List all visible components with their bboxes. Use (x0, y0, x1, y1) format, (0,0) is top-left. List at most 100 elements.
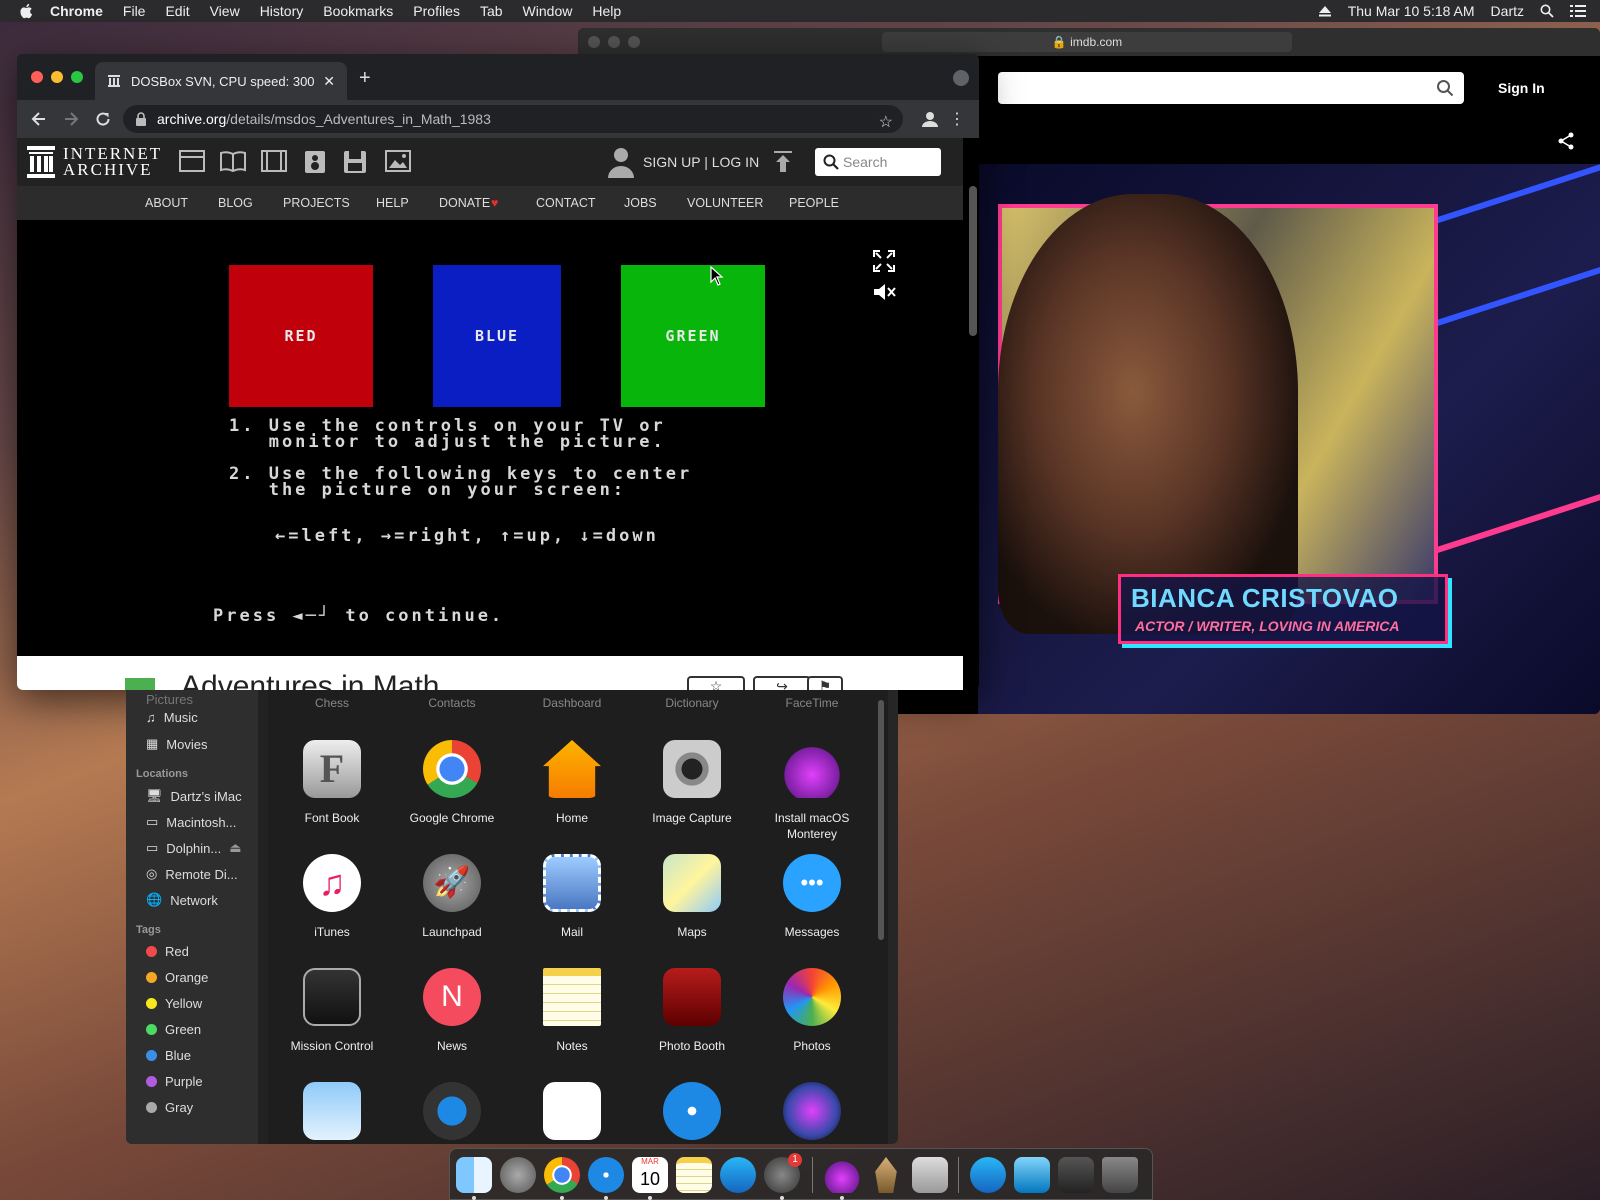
finder-scrollbar[interactable] (878, 700, 884, 940)
apple-icon[interactable] (18, 2, 36, 20)
new-tab-button[interactable]: + (359, 67, 371, 90)
lock-icon[interactable] (135, 112, 147, 126)
tab-search-button[interactable] (953, 70, 969, 86)
chrome-tab-active[interactable]: DOSBox SVN, CPU speed: 300 ✕ (95, 62, 347, 100)
eject-icon[interactable]: ⏏ (229, 840, 241, 856)
app-siri[interactable] (752, 1082, 872, 1140)
audio-icon[interactable] (304, 150, 326, 174)
tag-purple[interactable]: Purple (146, 1074, 203, 1089)
chrome-dock-icon[interactable] (544, 1157, 580, 1193)
tag-gray[interactable]: Gray (146, 1100, 193, 1115)
nav-jobs[interactable]: JOBS (624, 196, 657, 210)
menu-bookmarks[interactable]: Bookmarks (323, 3, 393, 19)
bookmark-star-icon[interactable]: ☆ (879, 109, 893, 137)
app-preview[interactable] (272, 1082, 392, 1140)
app-notes[interactable]: Notes (512, 968, 632, 1054)
menu-history[interactable]: History (260, 3, 304, 19)
signup-login-link[interactable]: SIGN UP | LOG IN (643, 154, 759, 170)
menu-user[interactable]: Dartz (1491, 3, 1524, 19)
app-store-dock-icon[interactable] (720, 1157, 756, 1193)
chrome-close-button[interactable] (31, 71, 43, 83)
tag-blue[interactable]: Blue (146, 1048, 191, 1063)
back-arrow-icon[interactable] (29, 109, 49, 129)
sidebar-item-imac[interactable]: 🖥 Dartz's iMac (146, 788, 242, 804)
applications-folder-dock-icon[interactable] (970, 1157, 1006, 1193)
search-icon[interactable] (823, 154, 839, 170)
sidebar-divider[interactable] (258, 690, 268, 1144)
dosbox-emulator-screen[interactable]: RED BLUE GREEN 1. Use the controls on yo… (17, 220, 963, 656)
sidebar-item-dolphin[interactable]: ▭ Dolphin... ⏏ (146, 840, 242, 856)
app-install-macos-monterey[interactable]: Install macOS Monterey (752, 740, 872, 842)
app-photos[interactable]: Photos (752, 968, 872, 1054)
app-reminders[interactable] (512, 1082, 632, 1140)
eject-icon[interactable] (1318, 4, 1332, 18)
share-button[interactable]: ↪ (753, 676, 811, 690)
safari-minimize-button[interactable] (608, 36, 620, 48)
archive-utility-dock-icon[interactable] (912, 1157, 948, 1193)
profile-icon[interactable] (921, 110, 939, 128)
safari-address-bar[interactable]: 🔒 imdb.com (882, 32, 1292, 52)
software-icon[interactable] (343, 150, 367, 174)
screenshot-dock-icon[interactable] (1058, 1157, 1094, 1193)
flag-button[interactable]: ⚑ (807, 676, 843, 690)
menu-window[interactable]: Window (523, 3, 573, 19)
upload-icon[interactable] (773, 150, 793, 174)
sidebar-item-movies[interactable]: ▦ Movies (146, 736, 207, 752)
nav-about[interactable]: ABOUT (145, 196, 188, 210)
app-itunes[interactable]: ♫ iTunes (272, 854, 392, 940)
calendar-dock-icon[interactable]: MAR 10 (632, 1157, 668, 1193)
menu-help[interactable]: Help (592, 3, 621, 19)
tag-green[interactable]: Green (146, 1022, 201, 1037)
nav-donate[interactable]: DONATE (439, 196, 490, 210)
app-maps[interactable]: Maps (632, 854, 752, 940)
app-messages[interactable]: ••• Messages (752, 854, 872, 940)
app-home[interactable]: Home (512, 740, 632, 826)
downloads-folder-dock-icon[interactable] (1014, 1157, 1050, 1193)
app-safari[interactable] (632, 1082, 752, 1140)
menu-clock[interactable]: Thu Mar 10 5:18 AM (1348, 3, 1475, 19)
chrome-page-scrollbar[interactable] (969, 186, 977, 336)
video-icon[interactable] (261, 150, 287, 172)
app-photo-booth[interactable]: Photo Booth (632, 968, 752, 1054)
nav-projects[interactable]: PROJECTS (283, 196, 350, 210)
sidebar-item-remote-disc[interactable]: ◎ Remote Di... (146, 866, 238, 882)
app-image-capture[interactable]: Image Capture (632, 740, 752, 826)
tag-yellow[interactable]: Yellow (146, 996, 202, 1011)
menu-edit[interactable]: Edit (165, 3, 189, 19)
menu-app-name[interactable]: Chrome (50, 3, 103, 19)
chrome-menu-icon[interactable]: ⋮ (949, 109, 965, 129)
tag-red[interactable]: Red (146, 944, 189, 959)
reload-icon[interactable] (93, 109, 113, 129)
imdb-search-input[interactable] (998, 72, 1464, 104)
chrome-minimize-button[interactable] (51, 71, 63, 83)
forward-arrow-icon[interactable] (61, 109, 81, 129)
menu-view[interactable]: View (210, 3, 240, 19)
user-avatar-icon[interactable] (607, 146, 635, 178)
favorite-button[interactable]: ☆ (687, 676, 745, 690)
app-mail[interactable]: Mail (512, 854, 632, 940)
menu-profiles[interactable]: Profiles (413, 3, 460, 19)
mute-icon[interactable] (873, 282, 897, 302)
tab-close-icon[interactable]: ✕ (323, 73, 335, 90)
menu-tab[interactable]: Tab (480, 3, 503, 19)
app-quicktime[interactable] (392, 1082, 512, 1140)
texts-icon[interactable] (220, 150, 246, 172)
app-label-dictionary[interactable]: Dictionary (632, 696, 752, 710)
sidebar-item-network[interactable]: 🌐 Network (146, 892, 218, 908)
launchpad-dock-icon[interactable] (500, 1157, 536, 1193)
tag-orange[interactable]: Orange (146, 970, 208, 985)
sidebar-item-macintosh-hd[interactable]: ▭ Macintosh... (146, 814, 236, 830)
web-icon[interactable] (179, 150, 205, 172)
fullscreen-icon[interactable] (873, 250, 895, 272)
menu-file[interactable]: File (123, 3, 146, 19)
trash-dock-icon[interactable] (1102, 1157, 1138, 1193)
control-center-icon[interactable] (1570, 4, 1586, 18)
chess-dock-icon[interactable] (875, 1157, 897, 1193)
imdb-sign-in-link[interactable]: Sign In (1498, 80, 1545, 96)
finder-dock-icon[interactable] (456, 1157, 492, 1193)
ia-logo[interactable]: INTERNET ARCHIVE (27, 145, 162, 178)
install-macos-dock-icon[interactable] (824, 1157, 860, 1193)
share-icon[interactable] (1556, 131, 1576, 151)
sidebar-item-pictures[interactable]: Pictures (146, 692, 193, 707)
nav-people[interactable]: PEOPLE (789, 196, 839, 210)
